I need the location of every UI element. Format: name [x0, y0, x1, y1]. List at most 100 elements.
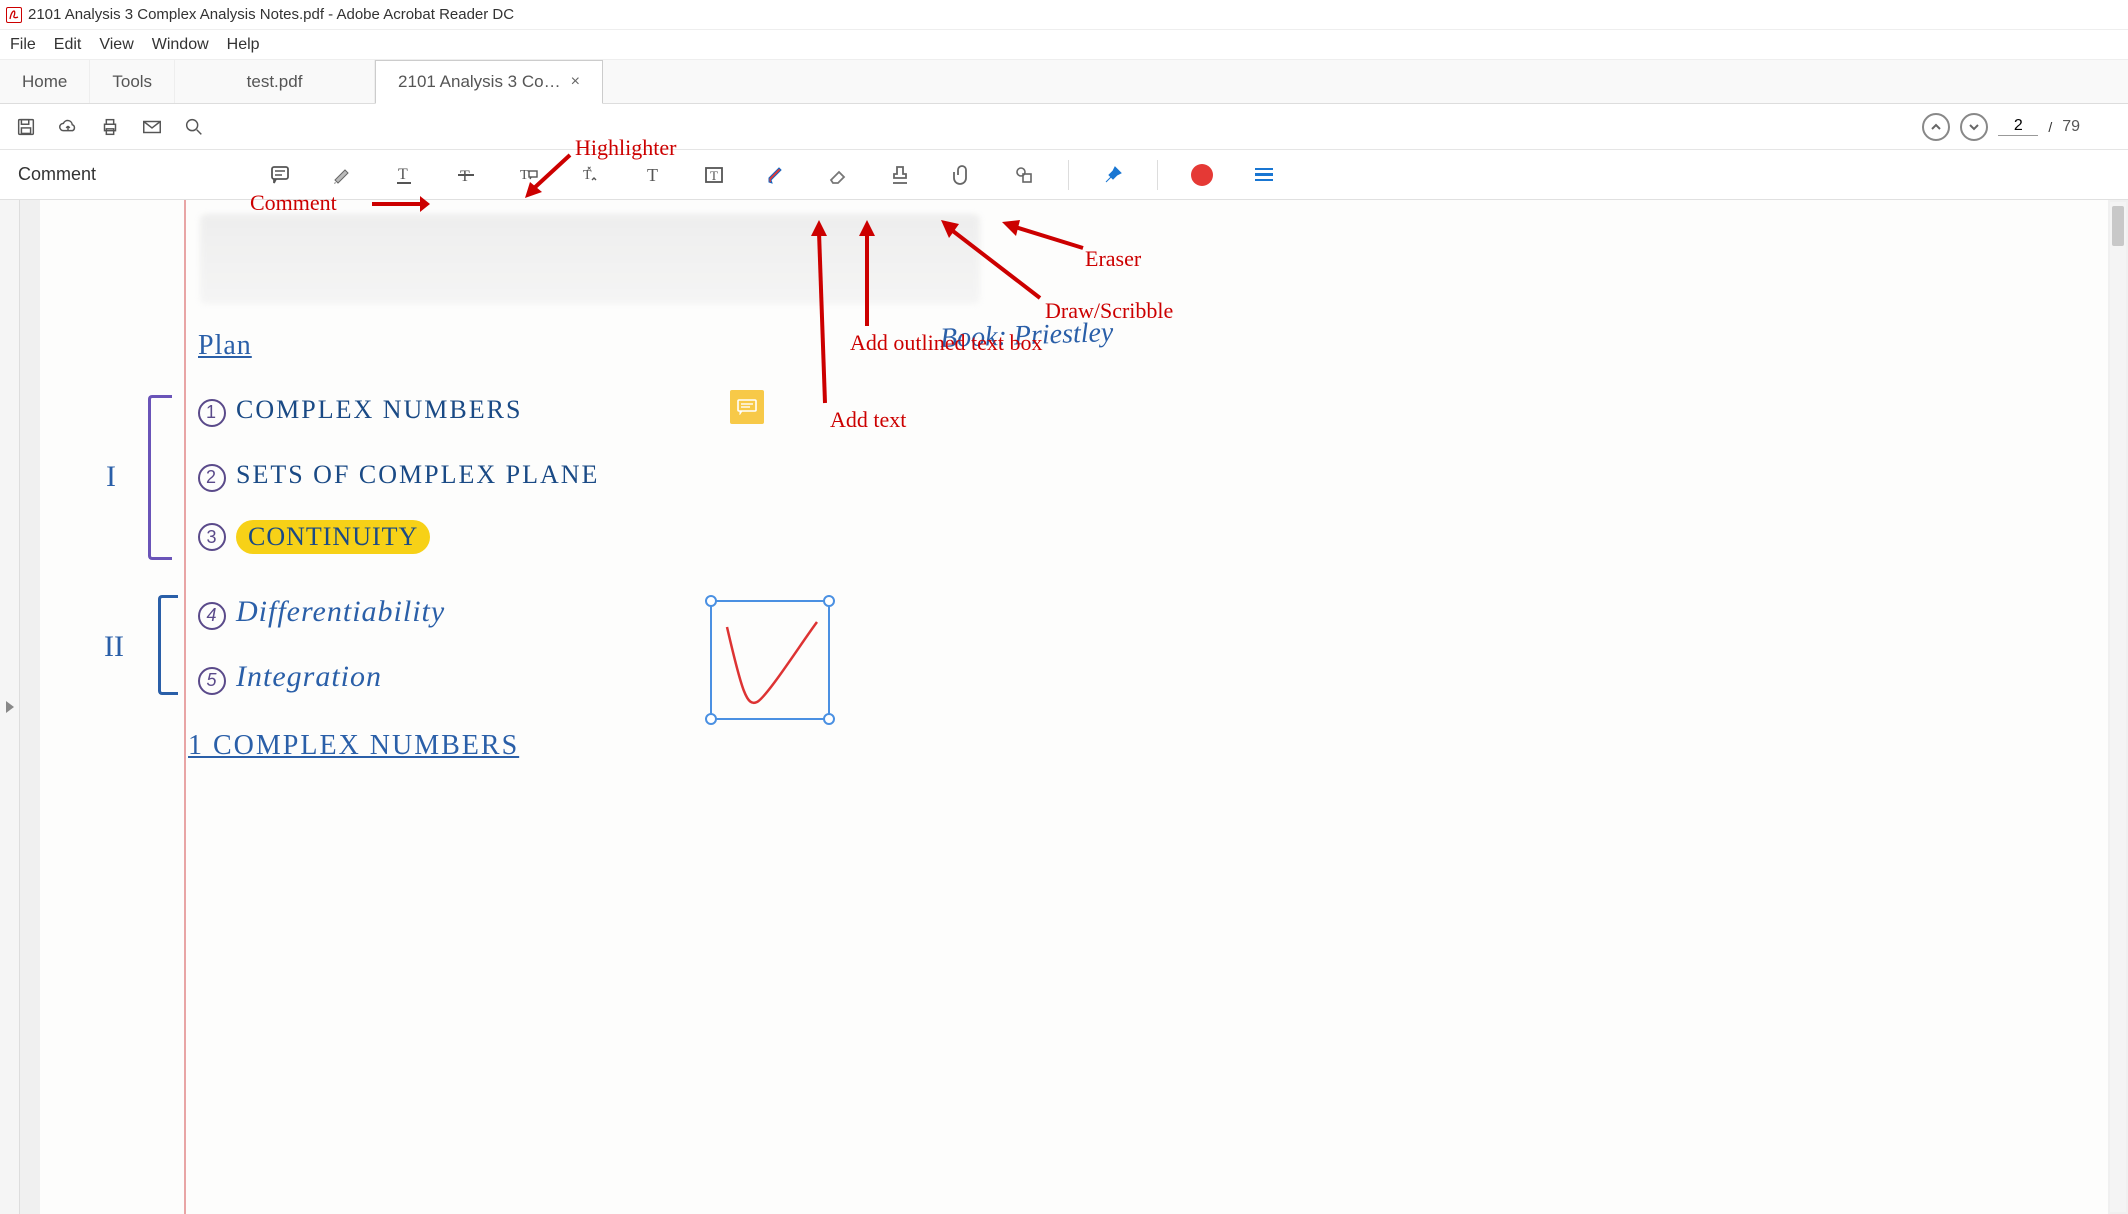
svg-text:T: T	[710, 168, 718, 183]
tab-file-analysis[interactable]: 2101 Analysis 3 Co… ×	[375, 60, 603, 104]
titlebar: 2101 Analysis 3 Complex Analysis Notes.p…	[0, 0, 2128, 30]
arrow-icon	[370, 192, 430, 216]
hw-line-1: 1 COMPLEX NUMBERS	[198, 395, 522, 427]
hw-line-5-text: Integration	[236, 660, 382, 693]
document-view[interactable]: Plan I 1 COMPLEX NUMBERS 2 SETS OF COMPLEX…	[20, 200, 2128, 1214]
margin-line	[184, 200, 186, 1214]
bracket-1	[148, 395, 172, 560]
pdf-page: Plan I 1 COMPLEX NUMBERS 2 SETS OF COMPLEX…	[40, 200, 2108, 1214]
main-toolbar: / 79	[0, 104, 2128, 150]
acrobat-icon	[6, 7, 22, 23]
sticky-note-icon[interactable]	[262, 157, 298, 193]
annot-textbox-label: Add outlined text box	[850, 330, 1042, 356]
hw-line-1-text: COMPLEX NUMBERS	[236, 395, 522, 424]
resize-handle-tr[interactable]	[823, 595, 835, 607]
resize-handle-bl[interactable]	[705, 713, 717, 725]
annot-addtext-label: Add text	[830, 407, 906, 433]
svg-text:T: T	[398, 166, 408, 183]
menu-file[interactable]: File	[10, 36, 36, 54]
page-total: 79	[2062, 118, 2080, 136]
attach-tool[interactable]	[944, 157, 980, 193]
annot-draw-label: Draw/Scribble	[1045, 298, 1173, 324]
print-icon[interactable]	[92, 109, 128, 145]
roman-2: II	[104, 630, 124, 664]
hw-line-5: 5 Integration	[198, 660, 382, 695]
highlight-annotation[interactable]: CONTINUITY	[236, 520, 430, 554]
menubar: File Edit View Window Help	[0, 30, 2128, 60]
left-panel-toggle[interactable]	[0, 200, 20, 1214]
toolbar-divider	[1157, 160, 1158, 190]
tab-home-label: Home	[22, 72, 67, 92]
svg-text:T: T	[460, 168, 470, 185]
tab-tools-label: Tools	[112, 72, 152, 92]
resize-handle-tl[interactable]	[705, 595, 717, 607]
attach-icon	[944, 157, 980, 193]
tab-file-test-label: test.pdf	[247, 72, 303, 92]
cloud-upload-icon[interactable]	[50, 109, 86, 145]
page-up-icon[interactable]	[1922, 113, 1950, 141]
menu-edit[interactable]: Edit	[54, 36, 82, 54]
svg-text:T: T	[583, 168, 592, 183]
menu-view[interactable]: View	[99, 36, 133, 54]
content-area: Plan I 1 COMPLEX NUMBERS 2 SETS OF COMPLEX…	[0, 200, 2128, 1214]
page-nav: / 79	[1922, 113, 2120, 141]
save-icon[interactable]	[8, 109, 44, 145]
annot-highlighter-label: Highlighter	[575, 135, 676, 161]
roman-1: I	[106, 460, 116, 494]
arrow-icon	[998, 216, 1088, 254]
tab-home[interactable]: Home	[0, 60, 90, 103]
hw-line-4-text: Differentiability	[236, 595, 445, 628]
arrow-icon	[805, 218, 835, 408]
resize-handle-br[interactable]	[823, 713, 835, 725]
menu-help[interactable]: Help	[227, 36, 260, 54]
tab-file-test[interactable]: test.pdf	[175, 60, 375, 103]
circled-1: 1	[198, 399, 226, 427]
underline-icon[interactable]: T	[386, 157, 422, 193]
menu-window[interactable]: Window	[152, 36, 209, 54]
tab-tools[interactable]: Tools	[90, 60, 175, 103]
email-icon[interactable]	[134, 109, 170, 145]
hw-line-2-text: SETS OF COMPLEX PLANE	[236, 460, 599, 489]
drawing-selection[interactable]	[710, 600, 830, 720]
add-text-icon[interactable]: T	[634, 157, 670, 193]
annot-comment-label: Comment	[250, 190, 337, 216]
eraser-icon[interactable]	[820, 157, 856, 193]
bracket-2	[158, 595, 178, 695]
circled-2: 2	[198, 464, 226, 492]
page-input[interactable]	[1998, 117, 2038, 136]
triangle-right-icon	[6, 701, 14, 713]
arrow-icon	[520, 150, 575, 200]
svg-text:T: T	[647, 165, 658, 185]
arrow-icon	[855, 218, 879, 330]
hw-line-4: 4 Differentiability	[198, 595, 445, 630]
stamp-tool[interactable]	[882, 157, 918, 193]
circled-3: 3	[198, 523, 226, 551]
record-icon[interactable]	[1184, 157, 1220, 193]
pin-icon[interactable]	[1095, 157, 1131, 193]
close-icon[interactable]: ×	[571, 73, 580, 91]
vertical-scrollbar[interactable]	[2110, 202, 2126, 1212]
shapes-tool[interactable]	[1006, 157, 1042, 193]
scrollbar-thumb[interactable]	[2112, 206, 2124, 246]
pencil-draw-icon[interactable]	[758, 157, 794, 193]
hw-line-3: 3 CONTINUITY	[198, 520, 430, 554]
hw-plan: Plan	[198, 330, 252, 362]
highlight-icon[interactable]	[324, 157, 360, 193]
hw-section-head: 1 COMPLEX NUMBERS	[188, 730, 519, 762]
circled-4: 4	[198, 602, 226, 630]
tabbar: Home Tools test.pdf 2101 Analysis 3 Co… …	[0, 60, 2128, 104]
page-sep: /	[2048, 119, 2052, 135]
strikethrough-icon[interactable]: T	[448, 157, 484, 193]
page-down-icon[interactable]	[1960, 113, 1988, 141]
text-replace-icon[interactable]: T	[572, 157, 608, 193]
toolbar-divider	[1068, 160, 1069, 190]
panel-menu-icon[interactable]	[1246, 157, 1282, 193]
sticky-note-annotation[interactable]	[730, 390, 764, 424]
shapes-icon	[1006, 157, 1042, 193]
hw-line-2: 2 SETS OF COMPLEX PLANE	[198, 460, 599, 492]
zoom-icon[interactable]	[176, 109, 212, 145]
circled-5: 5	[198, 667, 226, 695]
text-box-icon[interactable]: T	[696, 157, 732, 193]
annot-eraser-label: Eraser	[1085, 246, 1141, 272]
comment-panel-label: Comment	[18, 164, 96, 185]
